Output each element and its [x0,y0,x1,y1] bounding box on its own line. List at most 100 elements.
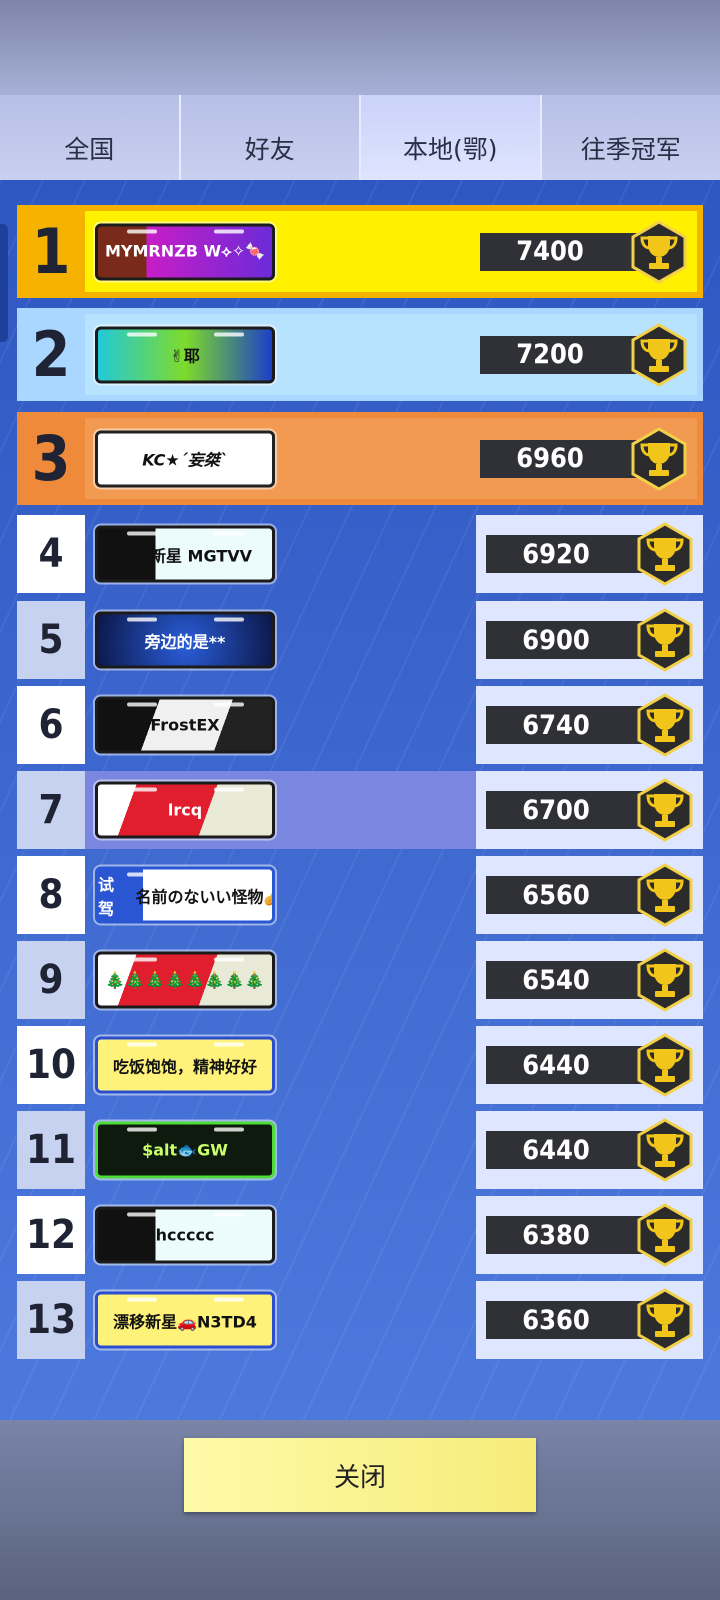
leaderboard-row[interactable]: 2 ✌耶 7200 [17,308,703,401]
score-cell: 6360 [476,1281,703,1359]
rank-number: 13 [17,1281,85,1359]
license-plate[interactable]: $alt🐟GW [95,1121,275,1179]
leaderboard-row[interactable]: 12 hccccc 6380 [17,1196,703,1274]
plate-holes [98,229,272,233]
score-cell: 6960 [470,418,697,499]
rank-number: 5 [17,601,85,679]
license-plate[interactable]: lrcq [95,781,275,839]
trophy-icon [637,778,693,842]
score-value: 6560 [486,876,661,914]
license-plate[interactable]: FrostEX [95,696,275,754]
plate-holes [98,1297,272,1302]
player-name: $alt🐟GW [142,1140,228,1160]
license-plate[interactable]: 吃饭饱饱，精神好好 [95,1036,275,1094]
license-plate[interactable]: 🎄🎄🎄🎄🎄🎄🎄🎄 [95,951,275,1009]
rank-number: 9 [17,941,85,1019]
trophy-icon [637,522,693,586]
leaderboard-row[interactable]: 1 MYMRNZB W⟡✧🍬 7400 [17,205,703,298]
rank-number: 4 [17,515,85,593]
rank-number: 3 [17,418,85,499]
license-plate[interactable]: hccccc [95,1206,275,1264]
leaderboard-row[interactable]: 8 试驾 名前のないい怪物🥜 6560 [17,856,703,934]
trophy-icon [631,322,687,387]
leaderboard-row[interactable]: 10 吃饭饱饱，精神好好 6440 [17,1026,703,1104]
player-cell: 试驾 名前のないい怪物🥜 [85,856,476,934]
score-cell: 6440 [476,1111,703,1189]
score-value: 7400 [480,232,655,271]
tab-friends[interactable]: 好友 [180,95,361,180]
player-name: FrostEX [150,715,220,735]
player-cell: 🎄🎄🎄🎄🎄🎄🎄🎄 [85,941,476,1019]
leaderboard-row[interactable]: 5 旁边的是** 6900 [17,601,703,679]
score-value: 6700 [486,791,661,829]
trophy-icon [637,608,693,672]
leaderboard-row[interactable]: 11 $alt🐟GW 6440 [17,1111,703,1189]
player-cell: FrostEX [85,686,476,764]
license-plate[interactable]: 旁边的是** [95,611,275,669]
plate-holes [98,702,272,707]
license-plate[interactable]: 漂移新星 MGTVV [95,525,275,583]
license-plate[interactable]: 漂移新星🚗N3TD4 [95,1291,275,1349]
player-name: 吃饭饱饱，精神好好 [112,1057,257,1076]
player-cell: hccccc [85,1196,476,1274]
score-value: 7200 [480,335,655,374]
score-value: 6960 [480,439,655,478]
trophy-icon [631,426,687,491]
plate-holes [98,1042,272,1047]
score-cell: 6440 [476,1026,703,1104]
leaderboard-row[interactable]: 13 漂移新星🚗N3TD4 6360 [17,1281,703,1359]
license-plate[interactable]: ✌耶 [95,326,275,383]
score-value: 6900 [486,621,661,659]
leaderboard-row[interactable]: 7 lrcq 6700 [17,771,703,849]
plate-holes [98,332,272,336]
score-cell: 6700 [476,771,703,849]
score-value: 6360 [486,1301,661,1339]
player-name: ✌耶 [170,346,200,366]
tab-local[interactable]: 本地(鄂) [361,95,542,180]
tab-nationwide[interactable]: 全国 [0,95,181,180]
rank-number: 10 [17,1026,85,1104]
rank-number: 1 [17,211,85,292]
player-name: 🎄🎄🎄🎄🎄🎄🎄🎄 [105,970,265,990]
score-value: 6380 [486,1216,661,1254]
scroll-indicator[interactable] [0,224,8,342]
leaderboard-row[interactable]: 6 FrostEX 6740 [17,686,703,764]
score-value: 6440 [486,1131,661,1169]
license-plate[interactable]: MYMRNZB W⟡✧🍬 [95,223,275,280]
rank-number: 7 [17,771,85,849]
player-cell: $alt🐟GW [85,1111,476,1189]
score-value: 6740 [486,706,661,744]
leaderboard-list[interactable]: 1 MYMRNZB W⟡✧🍬 7400 2 ✌耶 7200 3 KC★´妄桀` 6960 4 漂移新… [0,180,720,1420]
plate-prefix: 试驾 [98,875,115,918]
plate-holes [98,787,272,792]
trophy-icon [637,693,693,757]
leaderboard-row[interactable]: 9 🎄🎄🎄🎄🎄🎄🎄🎄 6540 [17,941,703,1019]
trophy-icon [631,219,687,284]
player-cell: KC★´妄桀` [85,418,470,499]
trophy-icon [637,1288,693,1352]
plate-holes [98,1212,272,1217]
leaderboard-row[interactable]: 3 KC★´妄桀` 6960 [17,412,703,505]
rank-number: 8 [17,856,85,934]
score-value: 6920 [486,535,661,573]
player-name: MYMRNZB W⟡✧🍬 [104,241,266,261]
player-name: 旁边的是** [144,632,226,651]
license-plate[interactable]: 试驾 名前のないい怪物🥜 [95,866,275,924]
license-plate[interactable]: KC★´妄桀` [95,430,275,487]
score-cell: 6920 [476,515,703,593]
trophy-icon [637,1033,693,1097]
tab-past-champions[interactable]: 往季冠军 [541,95,720,180]
score-cell: 6380 [476,1196,703,1274]
trophy-icon [637,948,693,1012]
rank-number: 11 [17,1111,85,1189]
score-value: 6540 [486,961,661,999]
score-cell: 7400 [470,211,697,292]
leaderboard-row[interactable]: 4 漂移新星 MGTVV 6920 [17,515,703,593]
player-name: 名前のないい怪物🥜 [135,887,272,906]
trophy-icon [637,863,693,927]
score-cell: 7200 [470,314,697,395]
rank-number: 6 [17,686,85,764]
player-cell: 漂移新星 MGTVV [85,515,476,593]
close-button[interactable]: 关闭 [184,1438,536,1512]
rank-number: 2 [17,314,85,395]
